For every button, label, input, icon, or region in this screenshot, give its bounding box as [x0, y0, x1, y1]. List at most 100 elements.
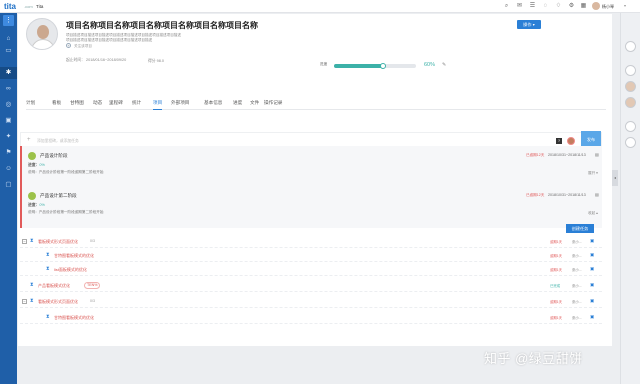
chevron-left-icon[interactable]: ◂ — [612, 170, 618, 186]
home-icon[interactable]: ⌂ — [0, 33, 17, 45]
avatar[interactable] — [625, 97, 636, 108]
task-detail-icon[interactable]: ▣ — [590, 252, 594, 258]
tab-item[interactable]: 操作记录 — [264, 100, 282, 106]
hourglass-icon: ⧗ — [46, 266, 50, 272]
task-name[interactable]: 看板模式形式页面优化 — [38, 299, 78, 305]
clock-icon[interactable] — [625, 41, 636, 52]
tita-logo[interactable]: tita — [4, 2, 16, 11]
gear-icon[interactable]: ✦ — [0, 131, 17, 143]
progress-bar[interactable] — [334, 63, 416, 69]
task-row[interactable]: − ⧗ 看板模式形式页面优化 0/3 逾期1天 张小... ▣ — [20, 296, 602, 308]
settings-icon[interactable]: ⚙ — [568, 3, 575, 10]
task-date: 逾期1天 — [550, 254, 563, 258]
bell-icon[interactable]: ♢ — [555, 3, 562, 10]
milestone-description: 说明：产品设计阶段第一阶段逾期第二阶段开始 — [28, 170, 104, 174]
calendar-icon[interactable]: ▭ — [0, 45, 17, 57]
task-name[interactable]: 看板模式形式页面优化 — [38, 239, 78, 245]
task-name[interactable]: 产品看板模式优化 — [38, 283, 70, 289]
user-avatar[interactable] — [592, 2, 600, 10]
flag-icon[interactable]: ⚑ — [0, 147, 17, 159]
progress-fill — [334, 64, 384, 68]
grid-icon[interactable]: ✱ — [0, 67, 17, 79]
task-row[interactable]: ⧗ list面板模式的优化 逾期1天 张小... ▣ — [20, 264, 602, 276]
project-description-2: 项目描述项目描述项目描述项目描述项目描述项目描述 — [66, 38, 153, 42]
tab-item[interactable]: 外部项目 — [171, 100, 189, 106]
top-bar: tita .com Tita ⌕ ✉ ☰ ◌ ♢ ⚙ ▦ 杨小琴 ▾ — [0, 0, 640, 13]
folder-icon[interactable]: ▢ — [0, 179, 17, 191]
project-avatar — [26, 18, 58, 50]
tab-item[interactable]: 甘特图 — [70, 100, 84, 106]
search-icon[interactable]: ⌕ — [503, 3, 510, 10]
left-sidebar: ⋮ ⌂ ▭ ✱ ∞ ◎ ▣ ✦ ⚑ ☺ ▢ — [0, 13, 17, 384]
milestone-card[interactable]: 产品设计第二阶段 进度：0% 说明：产品设计阶段第一阶段逾期第二阶段开始 已逾期12天… — [20, 186, 602, 228]
link-icon[interactable]: ∞ — [0, 83, 17, 95]
tab-item[interactable]: 里程碑 — [109, 100, 123, 106]
hourglass-icon: ⧗ — [30, 298, 34, 304]
tab-item[interactable]: 动态 — [93, 100, 102, 106]
plus-icon[interactable]: + — [66, 43, 71, 48]
overdue-label: 已逾期12天 — [526, 153, 545, 157]
expand-toggle[interactable]: 收起 ▴ — [588, 211, 598, 216]
task-owner: 张小... — [572, 300, 582, 304]
milestone-card[interactable]: 产品设计阶段 进度：0% 说明：产品设计阶段第一阶段逾期第二阶段开始 已逾期12天 20… — [20, 146, 602, 188]
help-icon[interactable]: ? — [556, 138, 562, 144]
follow-link[interactable]: 关注该项目 — [74, 44, 92, 49]
calendar-icon[interactable]: ▤ — [595, 192, 599, 197]
task-detail-icon[interactable]: ▣ — [590, 314, 594, 320]
plus-icon[interactable]: + — [27, 137, 31, 143]
mail-icon[interactable]: ✉ — [516, 3, 523, 10]
task-owner: 张小... — [572, 316, 582, 320]
calendar-icon[interactable]: ▤ — [595, 152, 599, 157]
avatar[interactable] — [625, 81, 636, 92]
task-date: 逾期1天 — [550, 268, 563, 272]
task-row[interactable]: ⧗ 产品看板模式优化 TEN% 已完成 张小... ▣ — [20, 280, 602, 292]
list-icon[interactable]: ☰ — [529, 3, 536, 10]
user-icon[interactable]: ☺ — [0, 163, 17, 175]
collapse-toggle[interactable]: − — [22, 239, 27, 244]
task-detail-icon[interactable]: ▣ — [590, 298, 594, 304]
tab-item[interactable]: 项目 — [153, 100, 163, 110]
task-name[interactable]: 甘特图看板模式的优化 — [54, 253, 94, 259]
tab-item[interactable]: 看板 — [52, 100, 61, 106]
task-detail-icon[interactable]: ▣ — [590, 266, 594, 272]
chevron-down-icon[interactable]: ▾ — [624, 3, 626, 8]
expand-toggle[interactable]: 展开 ▾ — [588, 171, 598, 176]
watermark: 知乎 @绿豆甜饼 — [484, 351, 583, 366]
task-name[interactable]: list面板模式的优化 — [54, 267, 87, 273]
task-row[interactable]: ⧗ 甘特图看板模式的优化 逾期1天 张小... ▣ — [20, 312, 602, 324]
tab-item[interactable]: 统计 — [132, 100, 141, 106]
progress-knob[interactable] — [380, 63, 387, 69]
bookmark-icon[interactable] — [625, 65, 636, 76]
task-detail-icon[interactable]: ▣ — [590, 238, 594, 244]
task-name[interactable]: 甘特图看板模式的优化 — [54, 315, 94, 321]
edit-icon[interactable]: ✎ — [442, 62, 446, 68]
action-button[interactable]: 操作 ▾ — [517, 20, 541, 29]
chat-icon[interactable]: ◌ — [542, 3, 549, 10]
new-task-button[interactable]: 创建任务 — [566, 224, 594, 233]
date-range: 2018/10/31~2018/11/13 — [548, 193, 586, 197]
milestone-title[interactable]: 产品设计第二阶段 — [40, 193, 77, 199]
tab-item[interactable]: 基本信息 — [204, 100, 222, 106]
tab-bar: 计划 看板 甘特图 动态 里程碑 统计 项目 外部项目 基本信息 进度 文件 操作记录 — [26, 100, 606, 110]
box-icon[interactable]: ▣ — [0, 115, 17, 127]
task-detail-icon[interactable]: ▣ — [590, 282, 594, 288]
task-row[interactable]: ⧗ 甘特图看板模式的优化 逾期1天 张小... ▣ — [20, 250, 602, 262]
task-owner: 张小... — [572, 268, 582, 272]
task-row[interactable]: − ⧗ 看板模式形式页面优化 0/3 逾期1天 张小... ▣ — [20, 236, 602, 248]
collapse-toggle[interactable]: − — [22, 299, 27, 304]
tab-item[interactable]: 文件 — [250, 100, 259, 106]
target-icon[interactable]: ◎ — [0, 99, 17, 111]
avatar[interactable] — [625, 121, 636, 132]
menu-icon[interactable]: ⋮ — [3, 15, 14, 26]
milestone-progress: 进度：0% — [28, 203, 45, 207]
tab-item[interactable]: 计划 — [26, 100, 35, 106]
milestone-title[interactable]: 产品设计阶段 — [40, 153, 68, 159]
tab-item[interactable]: 进度 — [233, 100, 242, 106]
hourglass-icon: ⧗ — [46, 314, 50, 320]
composer-input[interactable]: 添加里程碑，或添加任务 — [37, 139, 79, 144]
user-name[interactable]: 杨小琴 — [602, 4, 614, 10]
apps-icon[interactable]: ▦ — [580, 3, 587, 10]
overdue-label: 已逾期12天 — [526, 193, 545, 197]
avatar[interactable] — [625, 137, 636, 148]
milestone-progress: 进度：0% — [28, 163, 45, 167]
